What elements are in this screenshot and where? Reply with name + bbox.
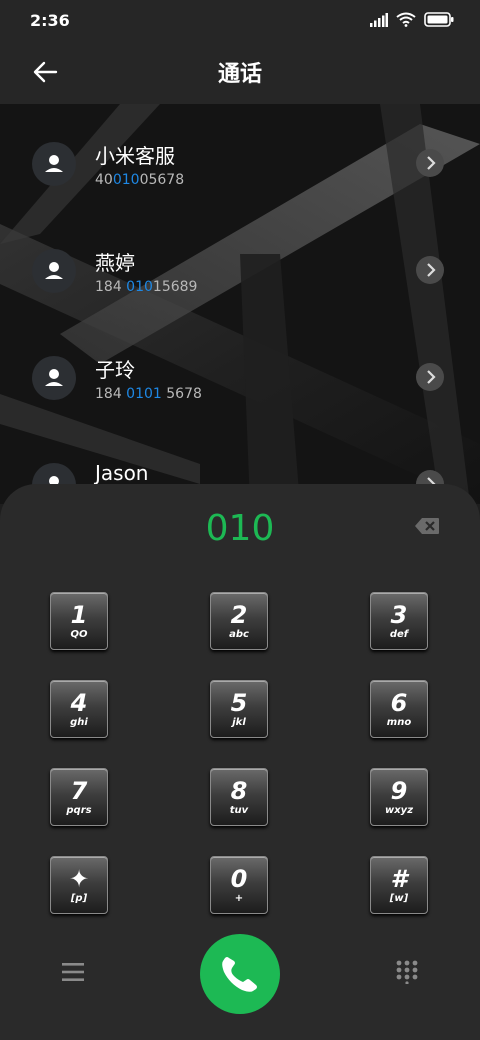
dial-input[interactable]: 010	[0, 508, 480, 549]
dial-key-letters: pqrs	[66, 805, 92, 816]
call-button[interactable]	[200, 934, 280, 1014]
search-results: 小米客服 4001005678 燕婷 184 01015689 子玲 184 0…	[0, 104, 480, 504]
dial-key[interactable]: ✦ [p]	[50, 856, 108, 914]
avatar	[32, 356, 76, 400]
chevron-right-icon[interactable]	[416, 363, 444, 391]
contact-name: 子玲	[95, 358, 135, 382]
dial-key[interactable]: 9 wxyz	[370, 768, 428, 826]
avatar	[32, 249, 76, 293]
dial-key-digit: 3	[390, 601, 408, 629]
dial-key-digit: 4	[70, 689, 88, 717]
page-title: 通话	[217, 62, 262, 87]
dial-key-letters: [p]	[70, 893, 88, 904]
contact-row[interactable]: 燕婷 184 01015689	[0, 235, 480, 315]
contact-row[interactable]: 子玲 184 0101 5678	[0, 342, 480, 422]
dial-key[interactable]: 5 jkl	[210, 680, 268, 738]
menu-icon[interactable]	[62, 962, 84, 982]
phone-icon	[222, 957, 257, 992]
dial-key[interactable]: 3 def	[370, 592, 428, 650]
dial-key[interactable]: 0 +	[210, 856, 268, 914]
dial-key-letters: ghi	[70, 717, 88, 728]
dial-key[interactable]: 1 QO	[50, 592, 108, 650]
backspace-icon[interactable]	[414, 516, 440, 536]
chevron-right-icon[interactable]	[416, 149, 444, 177]
dial-key[interactable]: 4 ghi	[50, 680, 108, 738]
dial-key-digit: 8	[230, 777, 248, 805]
status-bar: 2:36	[0, 0, 480, 40]
dial-key-letters: def	[389, 629, 409, 640]
wifi-icon	[396, 12, 416, 27]
dial-key-digit: #	[390, 865, 408, 893]
contact-name: Jason	[95, 461, 149, 485]
dial-key[interactable]: # [w]	[370, 856, 428, 914]
contact-number: 184 01015689	[95, 279, 198, 295]
dial-key-digit: ✦	[68, 865, 90, 893]
dialpad-icon[interactable]	[396, 960, 418, 984]
dial-key-digit: 7	[70, 777, 88, 805]
dial-key-digit: 0	[230, 865, 248, 893]
signal-icon	[370, 12, 388, 27]
dial-key-letters: abc	[229, 629, 249, 640]
person-icon	[45, 155, 63, 172]
app-header: 通话	[0, 40, 480, 104]
dial-key-letters: QO	[70, 629, 88, 640]
person-icon	[45, 262, 63, 279]
dial-key-digit: 5	[230, 689, 248, 717]
dial-key-digit: 6	[390, 689, 408, 717]
dial-key-letters: tuv	[229, 805, 249, 816]
status-icons	[370, 12, 454, 27]
contact-number: 4001005678	[95, 172, 185, 188]
dial-key-letters: jkl	[232, 717, 246, 728]
status-time: 2:36	[30, 11, 70, 30]
dial-key[interactable]: 8 tuv	[210, 768, 268, 826]
dial-key[interactable]: 7 pqrs	[50, 768, 108, 826]
person-icon	[45, 369, 63, 386]
battery-icon	[424, 12, 454, 27]
dial-key-letters: mno	[386, 717, 412, 728]
dial-key[interactable]: 2 abc	[210, 592, 268, 650]
contact-name: 燕婷	[95, 251, 135, 275]
dial-key-digit: 9	[390, 777, 408, 805]
contact-row[interactable]: 小米客服 4001005678	[0, 128, 480, 208]
dial-key-letters: [w]	[389, 893, 409, 904]
dial-key-digit: 1	[70, 601, 88, 629]
dial-key[interactable]: 6 mno	[370, 680, 428, 738]
chevron-right-icon[interactable]	[416, 256, 444, 284]
dialer-panel: 010 1 QO 2 abc 3 def 4 ghi 5 jkl 6 mno 7 pqrs 8 tuv 9 wxy…	[0, 484, 480, 1040]
dial-key-digit: 2	[230, 601, 248, 629]
avatar	[32, 142, 76, 186]
contact-name: 小米客服	[95, 144, 175, 168]
contact-number: 184 0101 5678	[95, 386, 202, 402]
dial-key-letters: +	[234, 893, 244, 904]
dial-key-letters: wxyz	[384, 805, 414, 816]
